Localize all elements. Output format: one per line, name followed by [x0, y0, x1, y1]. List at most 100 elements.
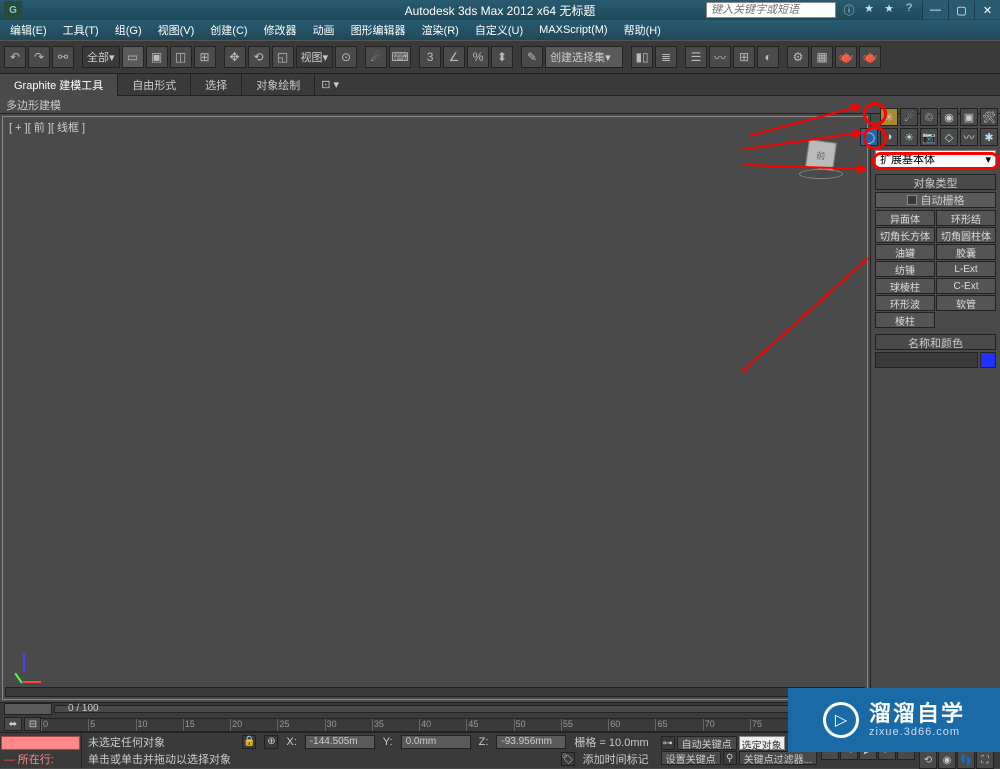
- key-filters-button[interactable]: 关键点过滤器...: [739, 751, 817, 765]
- close-button[interactable]: ✕: [974, 1, 1000, 19]
- menu-render[interactable]: 渲染(R): [416, 22, 465, 38]
- lock-icon[interactable]: 🔒: [242, 735, 256, 749]
- viewport-label[interactable]: [ + ][ 前 ][ 线框 ]: [9, 119, 85, 135]
- x-coord-input[interactable]: -144.505m: [305, 735, 375, 749]
- time-tag-icon[interactable]: 🏷: [561, 752, 575, 766]
- object-color-swatch[interactable]: [980, 352, 996, 368]
- menu-help[interactable]: 帮助(H): [618, 22, 667, 38]
- redo-icon[interactable]: ↷: [28, 46, 50, 68]
- menu-modifiers[interactable]: 修改器: [258, 22, 303, 38]
- nav-max-icon[interactable]: ⛶: [976, 751, 994, 769]
- viewport-scrollbar[interactable]: [5, 687, 865, 697]
- autogrid-checkbox[interactable]: 自动栅格: [875, 192, 996, 208]
- motion-tab-icon[interactable]: ◉: [940, 108, 958, 126]
- pivot-icon[interactable]: ⊙: [335, 46, 357, 68]
- mirror-icon[interactable]: ▮▯: [631, 46, 653, 68]
- viewport[interactable]: [ + ][ 前 ][ 线框 ] 前: [2, 116, 868, 700]
- align-icon[interactable]: ≣: [655, 46, 677, 68]
- nav-orbit-icon[interactable]: ⟲: [919, 751, 937, 769]
- spinner-snap-icon[interactable]: ⬍: [491, 46, 513, 68]
- info-icon[interactable]: ⓘ: [842, 2, 856, 18]
- render-prod-icon[interactable]: 🫖: [859, 46, 881, 68]
- render-icon[interactable]: 🫖: [835, 46, 857, 68]
- btn-capsule[interactable]: 胶囊: [936, 244, 996, 260]
- auto-key-button[interactable]: 自动关键点: [677, 736, 737, 750]
- menu-views[interactable]: 视图(V): [152, 22, 201, 38]
- nav-walk-icon[interactable]: 👣: [957, 751, 975, 769]
- render-setup-icon[interactable]: ⚙: [787, 46, 809, 68]
- btn-gengon[interactable]: 球棱柱: [875, 278, 935, 294]
- coord-mode-icon[interactable]: ⊕: [264, 735, 278, 749]
- star-icon[interactable]: ★: [862, 2, 876, 18]
- layers-icon[interactable]: ☰: [685, 46, 707, 68]
- percent-snap-icon[interactable]: %: [467, 46, 489, 68]
- btn-torusknot[interactable]: 环形结: [936, 210, 996, 226]
- set-key-button[interactable]: 设置关键点: [661, 751, 721, 765]
- ribbon-tab-select[interactable]: 选择: [191, 74, 242, 96]
- minimize-button[interactable]: —: [922, 1, 948, 19]
- rollout-name-color[interactable]: 名称和颜色: [875, 334, 996, 350]
- search-input[interactable]: [706, 2, 836, 18]
- key-selection-dropdown[interactable]: 选定对象: [739, 736, 785, 750]
- view-cube-face[interactable]: 前: [805, 139, 837, 171]
- scale-icon[interactable]: ◱: [272, 46, 294, 68]
- ribbon-tab-objpaint[interactable]: 对象绘制: [242, 74, 315, 96]
- space-warps-cat-icon[interactable]: 〰: [960, 128, 978, 146]
- geometry-type-dropdown[interactable]: 扩展基本体▾: [875, 150, 996, 168]
- help-icon[interactable]: ?: [902, 2, 916, 18]
- named-sel-edit-icon[interactable]: ✎: [521, 46, 543, 68]
- ribbon-panel-label[interactable]: 多边形建模: [0, 96, 1000, 114]
- ref-coord-dropdown[interactable]: 视图 ▾: [296, 46, 334, 68]
- hierarchy-tab-icon[interactable]: ♲: [920, 108, 938, 126]
- ribbon-tab-freeform[interactable]: 自由形式: [118, 74, 191, 96]
- object-name-input[interactable]: [875, 352, 978, 368]
- angle-snap-icon[interactable]: ∠: [443, 46, 465, 68]
- systems-cat-icon[interactable]: ✱: [980, 128, 998, 146]
- material-icon[interactable]: ◐: [757, 46, 779, 68]
- track-collapse-icon[interactable]: ⬌: [4, 717, 22, 731]
- select-region-icon[interactable]: ◫: [170, 46, 192, 68]
- menu-tools[interactable]: 工具(T): [57, 22, 105, 38]
- btn-lext[interactable]: L-Ext: [936, 261, 996, 277]
- z-coord-input[interactable]: -93.956mm: [496, 735, 566, 749]
- menu-create[interactable]: 创建(C): [204, 22, 253, 38]
- app-icon[interactable]: G: [4, 1, 22, 19]
- btn-cext[interactable]: C-Ext: [936, 278, 996, 294]
- key-filter-icon[interactable]: ⚲: [723, 751, 737, 765]
- menu-graph[interactable]: 图形编辑器: [345, 22, 412, 38]
- curve-editor-icon[interactable]: 〰: [709, 46, 731, 68]
- rollout-object-type[interactable]: 对象类型: [875, 174, 996, 190]
- modify-tab-icon[interactable]: ☄: [900, 108, 918, 126]
- btn-prism[interactable]: 棱柱: [875, 312, 935, 328]
- add-time-tag[interactable]: 添加时间标记: [583, 751, 649, 767]
- btn-ringwave[interactable]: 环形波: [875, 295, 935, 311]
- select-icon[interactable]: ▭: [122, 46, 144, 68]
- script-listener[interactable]: [1, 736, 80, 750]
- cameras-cat-icon[interactable]: 📷: [920, 128, 938, 146]
- menu-edit[interactable]: 编辑(E): [4, 22, 53, 38]
- menu-group[interactable]: 组(G): [109, 22, 148, 38]
- manip-icon[interactable]: ☄: [365, 46, 387, 68]
- selection-filter-dropdown[interactable]: 全部 ▾: [82, 46, 120, 68]
- btn-oiltank[interactable]: 油罐: [875, 244, 935, 260]
- maximize-button[interactable]: ▢: [948, 1, 974, 19]
- window-crossing-icon[interactable]: ⊞: [194, 46, 216, 68]
- btn-chamfercyl[interactable]: 切角圆柱体: [936, 227, 996, 243]
- helpers-cat-icon[interactable]: ◇: [940, 128, 958, 146]
- nav-roll-icon[interactable]: ◉: [938, 751, 956, 769]
- star2-icon[interactable]: ★: [882, 2, 896, 18]
- y-coord-input[interactable]: 0.0mm: [401, 735, 471, 749]
- geometry-cat-icon[interactable]: ◯: [860, 128, 878, 146]
- menu-animation[interactable]: 动画: [307, 22, 341, 38]
- key-toggle-icon[interactable]: ⊶: [661, 736, 675, 750]
- utilities-tab-icon[interactable]: 🛠: [980, 108, 998, 126]
- btn-spindle[interactable]: 纺锤: [875, 261, 935, 277]
- move-icon[interactable]: ✥: [224, 46, 246, 68]
- snap-icon[interactable]: 3: [419, 46, 441, 68]
- keyboard-icon[interactable]: ⌨: [389, 46, 411, 68]
- btn-chamferbox[interactable]: 切角长方体: [875, 227, 935, 243]
- render-frame-icon[interactable]: ▦: [811, 46, 833, 68]
- rotate-icon[interactable]: ⟲: [248, 46, 270, 68]
- undo-icon[interactable]: ↶: [4, 46, 26, 68]
- ribbon-tab-graphite[interactable]: Graphite 建模工具: [0, 74, 118, 96]
